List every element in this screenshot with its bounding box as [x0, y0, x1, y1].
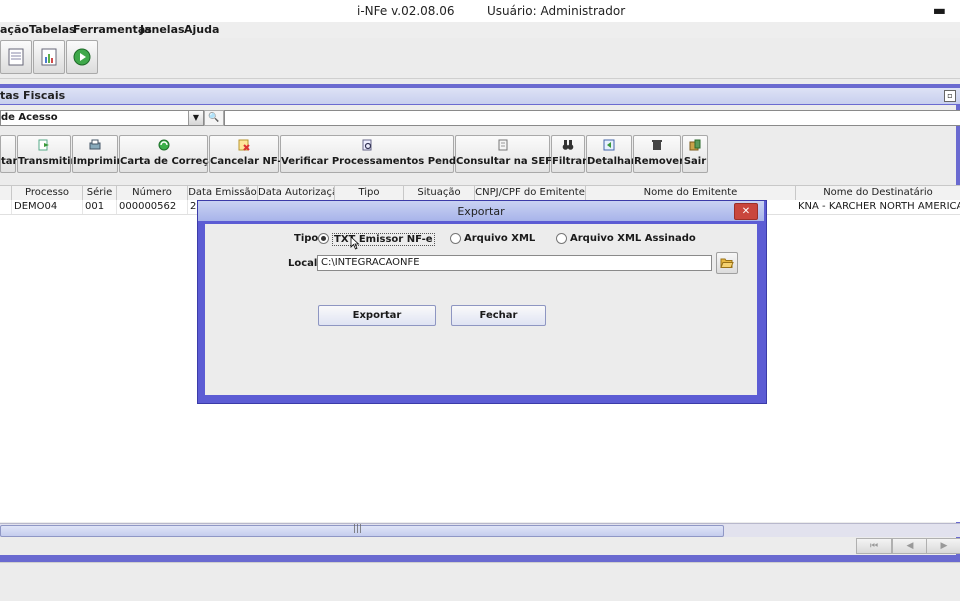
- folder-open-icon: [720, 258, 734, 268]
- radio-txt-emissor[interactable]: [318, 233, 329, 244]
- column-header-data-autorizacao[interactable]: Data Autorização: [258, 186, 335, 200]
- column-header-processo[interactable]: Processo: [12, 186, 83, 200]
- refresh-green-icon: [158, 139, 169, 151]
- maximize-icon[interactable]: ▫: [944, 90, 956, 102]
- search-type-combo[interactable]: de Acesso ▼: [0, 110, 204, 126]
- radio-arquivo-xml[interactable]: [450, 233, 461, 244]
- cancel-nfe-label: Cancelar NF-e: [210, 156, 289, 167]
- transmit-icon: [38, 139, 49, 151]
- fechar-button[interactable]: Fechar: [451, 305, 546, 326]
- table-header: Processo Série Número Data Emissão Data …: [0, 185, 960, 201]
- column-header-nome-emitente[interactable]: Nome do Emitente: [586, 186, 796, 200]
- detail-button[interactable]: Detalhar: [586, 135, 636, 173]
- radio-txt-emissor-label[interactable]: TXT Emissor NF-e: [332, 233, 435, 246]
- column-header-cnpj-emitente[interactable]: CNPJ/CPF do Emitente: [475, 186, 586, 200]
- horizontal-scrollbar[interactable]: |||: [0, 523, 960, 537]
- previous-page-button[interactable]: ◀: [892, 538, 928, 554]
- cancel-nfe-button[interactable]: Cancelar NF-e: [209, 135, 289, 173]
- internal-frame-titlebar: tas Fiscais ▫: [0, 88, 960, 104]
- table-cell-processo: DEMO04: [12, 200, 83, 214]
- mouse-cursor-icon: [350, 236, 360, 250]
- next-page-button[interactable]: ▶: [926, 538, 960, 554]
- verify-pending-button[interactable]: Verificar Processamentos Pendentes: [280, 135, 488, 173]
- table-cell-numero: 000000562: [117, 200, 188, 214]
- export-button[interactable]: Exportar: [318, 305, 436, 326]
- action-button-generic[interactable]: tar: [0, 135, 18, 173]
- main-toolbar: [0, 38, 960, 79]
- print-button[interactable]: Imprimir: [72, 135, 122, 173]
- cancel-document-icon: [238, 139, 250, 151]
- exit-label: Sair: [683, 156, 707, 167]
- browse-folder-button[interactable]: [716, 252, 738, 274]
- filter-button[interactable]: Filtrar: [551, 135, 588, 173]
- transmit-label: Transmitir: [18, 156, 76, 167]
- verify-pending-label: Verificar Processamentos Pendentes: [281, 156, 488, 167]
- verify-icon: [362, 139, 372, 151]
- column-header-nome-destinatario[interactable]: Nome do Destinatário: [796, 186, 960, 200]
- menu-janelas[interactable]: Janelas: [140, 23, 185, 36]
- print-icon: [89, 139, 101, 150]
- column-header-data-emissao[interactable]: Data Emissão: [188, 186, 258, 200]
- document-list-button[interactable]: [0, 40, 32, 74]
- query-sefaz-label: Consultar na SEFAZ: [456, 156, 566, 167]
- app-title: i-NFe v.02.08.06: [357, 4, 455, 18]
- correction-letter-label: Carta de Correção: [120, 156, 222, 167]
- column-header-tipo[interactable]: Tipo: [335, 186, 404, 200]
- radio-arquivo-xml-assinado[interactable]: [556, 233, 567, 244]
- report-button[interactable]: [33, 40, 65, 74]
- table-cell-nome-destinatario: KNA - KARCHER NORTH AMERICA IN: [798, 201, 960, 212]
- correction-letter-button[interactable]: Carta de Correção: [119, 135, 222, 173]
- internal-frame-title: tas Fiscais: [0, 89, 66, 102]
- tipo-label: Tipo: [294, 233, 319, 244]
- detail-icon: [603, 139, 615, 151]
- export-dialog-titlebar: Exportar ✕: [198, 201, 764, 221]
- table-cell: [0, 200, 12, 214]
- play-green-icon: [73, 48, 91, 66]
- scrollbar-thumb[interactable]: |||: [0, 524, 724, 537]
- query-document-icon: [498, 139, 507, 151]
- action-label: tar: [1, 156, 18, 167]
- search-type-value: de Acesso: [1, 112, 58, 123]
- export-dialog-title: Exportar: [457, 205, 505, 218]
- radio-arquivo-xml-assinado-label[interactable]: Arquivo XML Assinado: [570, 233, 696, 244]
- minimize-button[interactable]: ▬: [933, 3, 946, 19]
- search-button[interactable]: 🔍: [204, 110, 224, 126]
- exit-button[interactable]: Sair: [682, 135, 708, 173]
- binoculars-icon: [562, 140, 574, 150]
- column-header-numero[interactable]: Número: [117, 186, 188, 200]
- local-label: Local: [288, 258, 318, 269]
- menu-bar: ação Tabelas Ferramentas Janelas Ajuda: [0, 22, 960, 38]
- user-label: Usuário: Administrador: [487, 4, 626, 18]
- remove-button[interactable]: Remover: [633, 135, 685, 173]
- menu-tabelas[interactable]: Tabelas: [29, 23, 76, 36]
- local-path-input[interactable]: C:\INTEGRACAONFE: [317, 255, 712, 271]
- chevron-down-icon[interactable]: ▼: [188, 111, 203, 125]
- menu-ajuda[interactable]: Ajuda: [184, 23, 219, 36]
- remove-label: Remover: [634, 156, 685, 167]
- status-bar: [0, 562, 960, 601]
- title-bar: i-NFe v.02.08.06 Usuário: Administrador …: [0, 0, 960, 23]
- first-page-button[interactable]: ⏮: [856, 538, 892, 554]
- chart-report-icon: [41, 48, 57, 66]
- trash-icon: [652, 140, 662, 150]
- scrollbar-grip: |||: [353, 524, 363, 534]
- query-sefaz-button[interactable]: Consultar na SEFAZ: [455, 135, 566, 173]
- transmit-button[interactable]: Transmitir: [17, 135, 76, 173]
- run-button[interactable]: [66, 40, 98, 74]
- close-icon[interactable]: ✕: [734, 203, 758, 220]
- search-icon: 🔍: [208, 113, 220, 123]
- table-cell-serie: 001: [83, 200, 117, 214]
- detail-label: Detalhar: [587, 156, 636, 167]
- column-header-serie[interactable]: Série: [83, 186, 117, 200]
- column-header[interactable]: [0, 186, 12, 200]
- exit-icon: [689, 139, 701, 151]
- document-list-icon: [8, 48, 24, 66]
- search-input[interactable]: [224, 110, 960, 126]
- radio-arquivo-xml-label[interactable]: Arquivo XML: [464, 233, 535, 244]
- print-label: Imprimir: [73, 156, 122, 167]
- menu-operacao[interactable]: ação: [0, 23, 29, 36]
- column-header-situacao[interactable]: Situação: [404, 186, 475, 200]
- filter-label: Filtrar: [552, 156, 588, 167]
